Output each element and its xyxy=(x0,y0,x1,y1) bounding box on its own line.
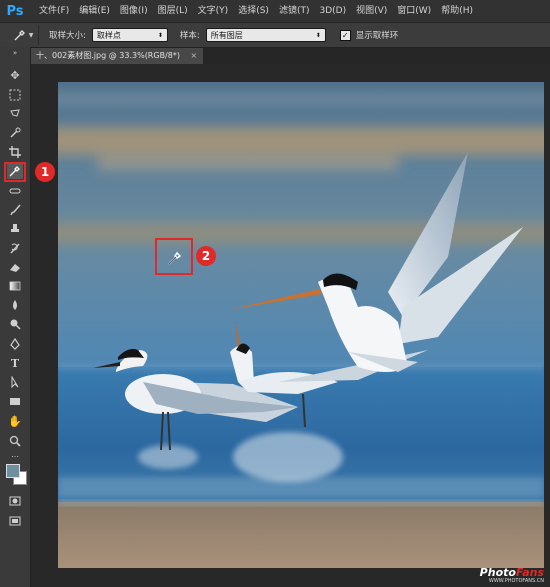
brush-tool-icon[interactable] xyxy=(7,202,23,218)
options-bar: ▼ 取样大小: 取样点 ⬍ 样本: 所有图层 ⬍ ✓ 显示取样环 xyxy=(0,23,550,48)
screen-mode-icon[interactable] xyxy=(7,513,23,529)
menu-select[interactable]: 选择(S) xyxy=(233,0,274,22)
menu-bar: Ps 文件(F) 编辑(E) 图像(I) 图层(L) 文字(Y) 选择(S) 滤… xyxy=(0,0,550,23)
document-tab-title: 十、002素材图.jpg @ 33.3%(RGB/8*) xyxy=(36,51,180,60)
menu-help[interactable]: 帮助(H) xyxy=(436,0,478,22)
menu-filter[interactable]: 滤镜(T) xyxy=(274,0,315,22)
step-badge-2: 2 xyxy=(196,246,216,266)
photoshop-logo: Ps xyxy=(6,3,24,19)
sample-value: 所有图层 xyxy=(210,30,243,40)
gradient-tool-icon[interactable] xyxy=(7,278,23,294)
sample-size-label: 取样大小: xyxy=(49,31,86,41)
marquee-tool-icon[interactable] xyxy=(7,87,23,103)
menu-edit[interactable]: 编辑(E) xyxy=(74,0,115,22)
history-brush-tool-icon[interactable] xyxy=(7,240,23,256)
eraser-tool-icon[interactable] xyxy=(7,259,23,275)
quick-mask-icon[interactable] xyxy=(7,493,23,509)
menu-items: 文件(F) 编辑(E) 图像(I) 图层(L) 文字(Y) 选择(S) 滤镜(T… xyxy=(34,0,478,22)
foreground-color-swatch[interactable] xyxy=(6,464,20,478)
cursor-highlight-box xyxy=(155,238,193,275)
eyedropper-icon xyxy=(14,30,25,41)
lasso-tool-icon[interactable] xyxy=(7,106,23,122)
show-ring-label: 显示取样环 xyxy=(355,31,399,41)
hand-tool-icon[interactable]: ✋ xyxy=(7,413,23,429)
menu-type[interactable]: 文字(Y) xyxy=(193,0,234,22)
eyedropper-cursor-icon xyxy=(168,251,182,265)
tools-panel: » ✥ T ✋ ⋯ xyxy=(0,47,31,587)
clone-stamp-tool-icon[interactable] xyxy=(7,221,23,237)
crop-tool-icon[interactable] xyxy=(7,144,23,160)
document-tab[interactable]: 十、002素材图.jpg @ 33.3%(RGB/8*) × xyxy=(30,48,204,64)
zoom-tool-icon[interactable] xyxy=(7,433,23,449)
menu-layer[interactable]: 图层(L) xyxy=(153,0,193,22)
step-badge-1: 1 xyxy=(35,162,55,182)
pen-tool-icon[interactable] xyxy=(7,336,23,352)
select-arrows-icon: ⬍ xyxy=(315,31,321,39)
menu-view[interactable]: 视图(V) xyxy=(351,0,392,22)
quick-selection-tool-icon[interactable] xyxy=(7,125,23,141)
sample-size-select[interactable]: 取样点 ⬍ xyxy=(91,28,168,42)
blur-tool-icon[interactable] xyxy=(7,297,23,313)
menu-3d[interactable]: 3D(D) xyxy=(314,0,351,22)
more-tools-icon[interactable]: ⋯ xyxy=(7,451,23,461)
menu-image[interactable]: 图像(I) xyxy=(115,0,153,22)
dodge-tool-icon[interactable] xyxy=(7,316,23,332)
type-tool-icon[interactable]: T xyxy=(7,355,23,371)
rectangle-tool-icon[interactable] xyxy=(7,393,23,409)
healing-brush-tool-icon[interactable] xyxy=(7,183,23,199)
sample-select[interactable]: 所有图层 ⬍ xyxy=(205,28,326,42)
menu-window[interactable]: 窗口(W) xyxy=(392,0,436,22)
move-tool-icon[interactable]: ✥ xyxy=(7,67,23,83)
document-tab-bar: 十、002素材图.jpg @ 33.3%(RGB/8*) × xyxy=(30,48,550,64)
watermark: PhotoFans WWW.PHOTOFANS.CN xyxy=(470,566,550,587)
tool-highlight-box xyxy=(4,162,26,182)
select-arrows-icon: ⬍ xyxy=(157,31,163,39)
sample-label: 样本: xyxy=(179,31,200,41)
tool-preset-picker[interactable]: ▼ xyxy=(8,25,39,45)
checkmark-icon: ✓ xyxy=(341,30,349,40)
path-selection-tool-icon[interactable] xyxy=(7,374,23,390)
show-ring-checkbox[interactable]: ✓ xyxy=(339,29,351,41)
menu-file[interactable]: 文件(F) xyxy=(34,0,74,22)
sample-size-value: 取样点 xyxy=(96,30,121,40)
watermark-url: WWW.PHOTOFANS.CN xyxy=(488,578,544,584)
photo-canvas[interactable] xyxy=(58,82,544,568)
chevron-down-icon: ▼ xyxy=(28,31,34,39)
panel-collapse-icon[interactable]: » xyxy=(7,49,23,57)
close-tab-button[interactable]: × xyxy=(191,51,198,60)
